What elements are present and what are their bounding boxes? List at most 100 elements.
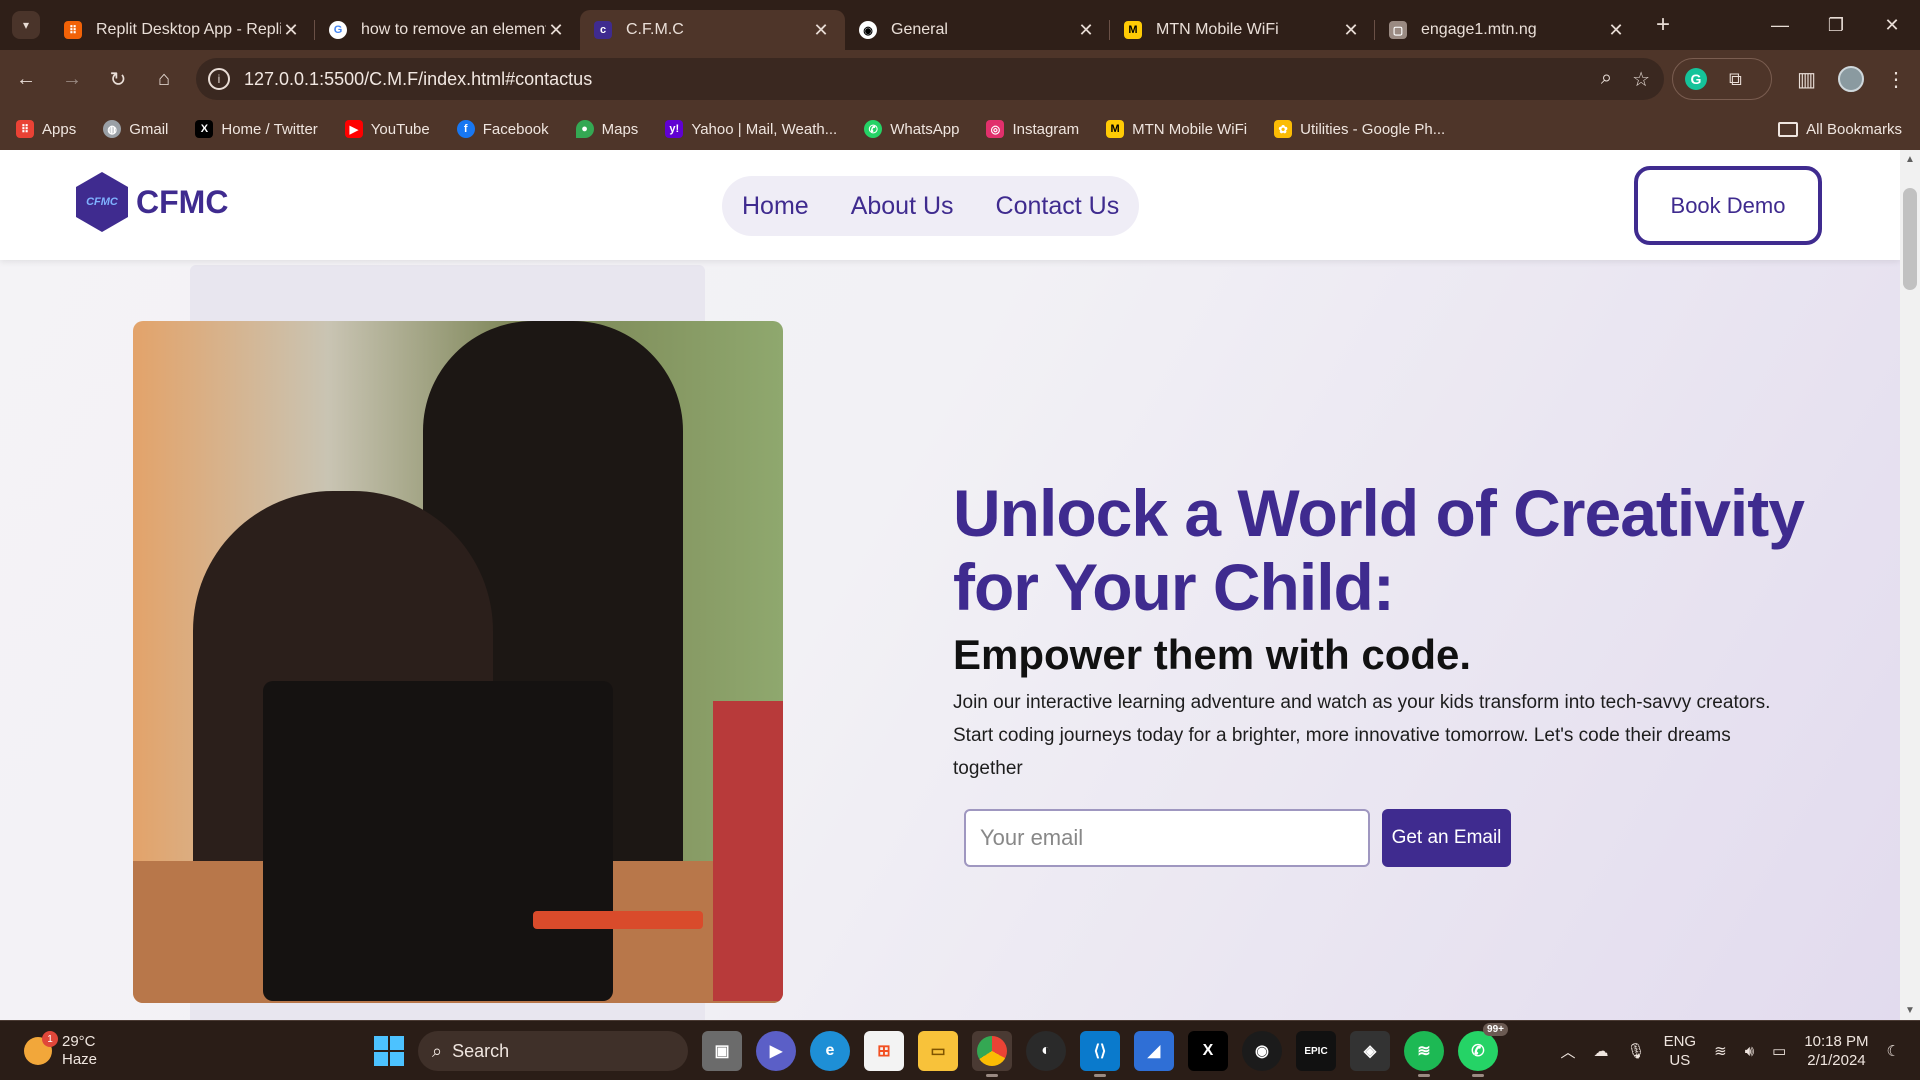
bookmark-yahoo[interactable]: y! Yahoo | Mail, Weath... xyxy=(665,120,837,138)
tab-title: Replit Desktop App - Replit xyxy=(96,21,281,38)
vscode-icon[interactable]: ⟨⟩ xyxy=(1080,1031,1120,1077)
epic-games-icon[interactable]: EPIC xyxy=(1296,1031,1336,1071)
book-demo-button[interactable]: Book Demo xyxy=(1634,166,1822,245)
bookmark-maps[interactable]: ● Maps xyxy=(575,120,638,138)
hero-heading: Unlock a World of Creativity for Your Ch… xyxy=(953,476,1805,624)
maps-icon: ● xyxy=(575,120,594,138)
wifi-icon[interactable]: ≋ xyxy=(1714,1042,1727,1060)
globe-icon: ◍ xyxy=(103,120,122,138)
tab-google-search[interactable]: G how to remove an element ✕ xyxy=(315,10,580,50)
edge-icon[interactable]: e xyxy=(810,1031,850,1071)
weather-haze-icon: 1 xyxy=(24,1031,58,1065)
profile-avatar[interactable] xyxy=(1838,66,1864,92)
scrollbar-thumb[interactable] xyxy=(1903,188,1917,290)
obs-icon[interactable]: ◐ xyxy=(1026,1031,1066,1071)
menu-kebab-icon[interactable]: ⋮ xyxy=(1886,67,1906,92)
chevron-up-icon[interactable]: ︿ xyxy=(1561,1041,1576,1062)
clock[interactable]: 10:18 PM 2/1/2024 xyxy=(1804,1032,1868,1070)
bookmark-twitter[interactable]: X Home / Twitter xyxy=(195,120,318,138)
reload-icon[interactable]: ↻ xyxy=(98,59,138,99)
battery-icon[interactable]: ▭ xyxy=(1772,1042,1786,1060)
bookmark-star-icon[interactable]: ☆ xyxy=(1632,67,1650,92)
get-email-button[interactable]: Get an Email xyxy=(1382,809,1511,867)
weather-widget[interactable]: 1 29°C Haze xyxy=(24,1031,97,1069)
bookmark-apps[interactable]: ⠿ Apps xyxy=(16,120,76,138)
onedrive-cloud-icon[interactable]: ☁ xyxy=(1594,1042,1609,1060)
photo-device xyxy=(533,911,703,929)
back-arrow-icon[interactable]: ← xyxy=(6,59,46,99)
bookmark-google-photos[interactable]: ✿ Utilities - Google Ph... xyxy=(1274,120,1445,138)
arc-icon[interactable]: ◢ xyxy=(1134,1031,1174,1071)
teams-meet-icon[interactable]: ▶ xyxy=(756,1031,796,1071)
bookmark-whatsapp[interactable]: ✆ WhatsApp xyxy=(864,120,959,138)
task-view-icon[interactable]: ▣ xyxy=(702,1031,742,1071)
close-icon[interactable]: ✕ xyxy=(1341,20,1361,41)
restore-icon[interactable]: ❐ xyxy=(1808,15,1864,36)
all-bookmarks[interactable]: All Bookmarks xyxy=(1778,108,1902,150)
tab-github-general[interactable]: ◉ General ✕ xyxy=(845,10,1110,50)
zoom-icon[interactable]: ⌕ xyxy=(1601,67,1612,92)
main-nav: Home About Us Contact Us xyxy=(722,176,1140,236)
microphone-icon[interactable]: 🎙︎ xyxy=(1627,1042,1646,1060)
page-icon: ▢ xyxy=(1389,21,1407,39)
close-icon[interactable]: ✕ xyxy=(811,20,831,41)
close-icon[interactable]: ✕ xyxy=(546,20,566,41)
tab-mtn-wifi[interactable]: M MTN Mobile WiFi ✕ xyxy=(1110,10,1375,50)
bookmarks-bar: ⠿ Apps ◍ Gmail X Home / Twitter ▶ YouTube fF… xyxy=(0,108,1920,150)
tab-title: General xyxy=(891,21,948,38)
spotify-icon[interactable]: ≋ xyxy=(1404,1031,1444,1077)
nav-about-us[interactable]: About Us xyxy=(851,192,954,221)
brand-name: CFMC xyxy=(136,183,229,220)
email-input[interactable] xyxy=(964,809,1370,867)
nav-home[interactable]: Home xyxy=(742,192,809,221)
x-app-icon[interactable]: X xyxy=(1188,1031,1228,1071)
file-explorer-icon[interactable]: ▭ xyxy=(918,1031,958,1071)
nav-contact-us[interactable]: Contact Us xyxy=(996,192,1120,221)
side-panel-icon[interactable]: ▥ xyxy=(1797,67,1816,92)
unity-icon[interactable]: ◈ xyxy=(1350,1031,1390,1071)
extensions-puzzle-icon[interactable]: ⧉ xyxy=(1729,69,1742,90)
store-icon[interactable]: ⊞ xyxy=(864,1031,904,1071)
new-tab-plus-icon[interactable]: + xyxy=(1656,11,1670,39)
site-header: CFMC CFMC Home About Us Contact Us Book … xyxy=(0,150,1900,260)
github-desktop-icon[interactable]: ◉ xyxy=(1242,1031,1282,1071)
tab-replit[interactable]: ⠿ Replit Desktop App - Replit ✕ xyxy=(50,10,315,50)
instagram-icon: ◎ xyxy=(986,120,1005,138)
bookmark-youtube[interactable]: ▶ YouTube xyxy=(344,120,430,138)
volume-icon[interactable]: 🔊︎ xyxy=(1745,1043,1754,1060)
forward-arrow-icon[interactable]: → xyxy=(52,59,92,99)
bookmark-facebook[interactable]: f Facebook xyxy=(456,120,549,138)
close-icon[interactable]: ✕ xyxy=(1606,20,1626,41)
scroll-up-icon[interactable]: ▲ xyxy=(1905,154,1915,165)
grammarly-icon[interactable]: G xyxy=(1685,68,1707,90)
site-logo[interactable]: CFMC CFMC xyxy=(76,172,228,232)
home-icon[interactable]: ⌂ xyxy=(144,59,184,99)
scroll-down-icon[interactable]: ▼ xyxy=(1905,1005,1915,1016)
close-window-icon[interactable]: ✕ xyxy=(1864,15,1920,36)
google-icon: G xyxy=(329,21,347,39)
language-indicator[interactable]: ENG US xyxy=(1664,1032,1697,1070)
bookmark-mtn[interactable]: M MTN Mobile WiFi xyxy=(1106,120,1247,138)
page-viewport: CFMC CFMC Home About Us Contact Us Book … xyxy=(0,150,1900,1020)
chrome-icon[interactable] xyxy=(972,1031,1012,1077)
tab-engage-mtn[interactable]: ▢ engage1.mtn.ng ✕ xyxy=(1375,10,1640,50)
taskbar-search[interactable]: ⌕ Search xyxy=(418,1031,688,1071)
site-info-icon[interactable]: i xyxy=(208,68,230,90)
address-bar[interactable]: i 127.0.0.1:5500/C.M.F/index.html#contac… xyxy=(196,58,1664,100)
address-url[interactable]: 127.0.0.1:5500/C.M.F/index.html#contactu… xyxy=(244,69,592,90)
close-icon[interactable]: ✕ xyxy=(281,20,301,41)
close-icon[interactable]: ✕ xyxy=(1076,20,1096,41)
folder-icon xyxy=(1778,121,1799,137)
page-scrollbar[interactable]: ▲ ▼ xyxy=(1900,150,1920,1020)
notifications-moon-icon[interactable]: ☾ xyxy=(1887,1042,1900,1060)
hero-subheading: Empower them with code. xyxy=(953,631,1472,678)
tab-cfmc[interactable]: c C.F.M.C ✕ xyxy=(580,10,845,50)
bookmark-gmail[interactable]: ◍ Gmail xyxy=(103,120,168,138)
windows-start-icon[interactable] xyxy=(374,1036,404,1066)
tab-search-dropdown-icon[interactable]: ▾ xyxy=(12,11,40,39)
minimize-icon[interactable]: — xyxy=(1752,15,1808,36)
bookmark-instagram[interactable]: ◎ Instagram xyxy=(986,120,1079,138)
whatsapp-app-icon[interactable]: ✆ 99+ xyxy=(1458,1023,1508,1077)
cfmc-icon: c xyxy=(594,21,612,39)
mtn-icon: M xyxy=(1106,120,1125,138)
